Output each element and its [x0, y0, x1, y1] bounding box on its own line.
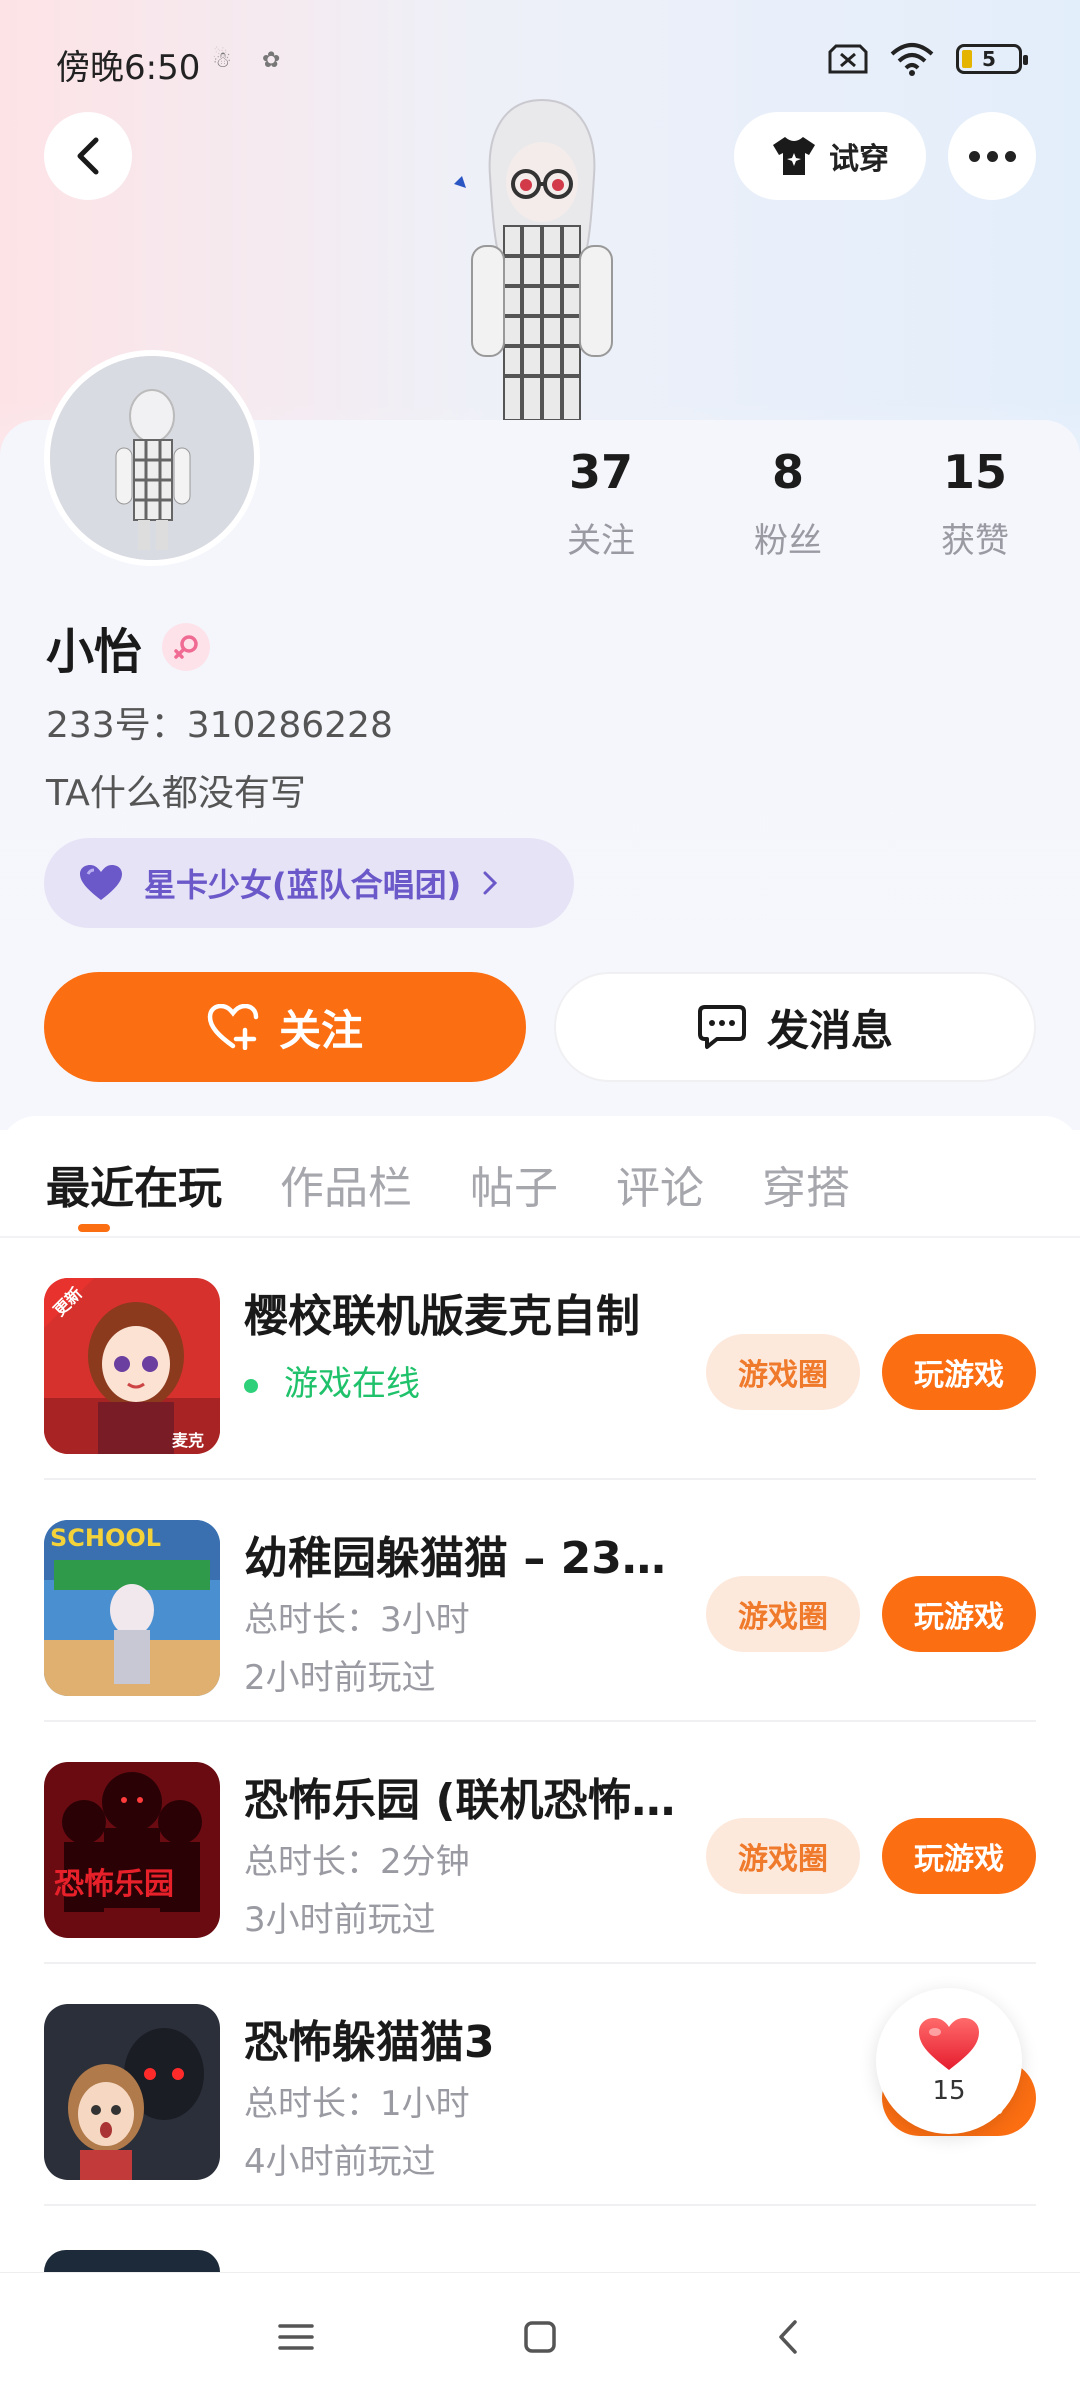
- game-circle-button[interactable]: 游戏圈: [706, 1818, 860, 1894]
- heart-icon: [919, 2018, 979, 2070]
- battery-level: 5: [982, 47, 996, 71]
- game-name: 幼稚园躲猫猫 – 23…: [244, 1533, 666, 1584]
- divider: [0, 1236, 1080, 1238]
- heart-icon: [80, 865, 122, 900]
- stat-fans[interactable]: 8 粉丝: [718, 445, 858, 562]
- status-time: 傍晚6:50: [56, 48, 201, 88]
- heart-plus-icon: [207, 1004, 259, 1050]
- system-nav-bar: [0, 2272, 1080, 2400]
- wifi-icon: [890, 43, 934, 76]
- more-button[interactable]: [948, 112, 1036, 200]
- notification-icon: ☃: [212, 48, 232, 73]
- school-sign: SCHOOL: [50, 1524, 161, 1552]
- horror-park-title: 恐怖乐园: [54, 1867, 174, 1902]
- game-name: 恐怖乐园 (联机恐怖…: [244, 1775, 676, 1826]
- online-status: 游戏在线: [284, 1364, 420, 1404]
- nickname: 小怡: [46, 624, 143, 680]
- game-row[interactable]: 恐怖乐园 恐怖乐园 (联机恐怖… 总时长：2分钟 3小时前玩过 游戏圈 玩游戏: [44, 1724, 1036, 1964]
- play-duration: 总时长：2分钟: [244, 1842, 470, 1882]
- user-id: 233号：310286228: [46, 705, 393, 746]
- stat-label: 关注: [567, 521, 635, 561]
- stat-value: 8: [771, 445, 804, 499]
- game-name: 樱校联机版麦克自制: [244, 1291, 640, 1342]
- game-circle-button[interactable]: 游戏圈: [706, 1576, 860, 1652]
- notification-icon: ✿: [262, 48, 281, 73]
- home-icon[interactable]: [516, 2313, 564, 2361]
- battery-icon: 5: [956, 44, 1028, 74]
- try-on-label: 试穿: [829, 142, 889, 177]
- chevron-right-icon: [483, 871, 498, 895]
- avatar-figure: [50, 356, 254, 560]
- mike-badge: 麦克: [172, 1431, 204, 1450]
- tab-works[interactable]: 作品栏: [280, 1152, 412, 1216]
- last-played: 2小时前玩过: [244, 1658, 436, 1698]
- tab-comments[interactable]: 评论: [616, 1152, 704, 1216]
- tshirt-icon: [773, 137, 815, 175]
- divider: [44, 1478, 1036, 1480]
- sim-off-icon: [828, 44, 868, 74]
- stat-value: 15: [942, 445, 1007, 499]
- game-status: 游戏在线: [244, 1356, 420, 1405]
- tab-outfits[interactable]: 穿搭: [762, 1152, 850, 1216]
- chat-bubble-icon: [697, 1005, 746, 1049]
- tab-bar: 最近在玩 作品栏 帖子 评论 穿搭: [46, 1152, 850, 1216]
- game-row[interactable]: 更新 麦克 樱校联机版麦克自制 游戏在线 游戏圈 玩游戏: [44, 1240, 1036, 1480]
- like-float-button[interactable]: 15: [876, 1988, 1022, 2134]
- play-game-button[interactable]: 玩游戏: [882, 1818, 1036, 1894]
- divider: [44, 1962, 1036, 1964]
- last-played: 4小时前玩过: [244, 2142, 436, 2182]
- play-duration: 总时长：1小时: [244, 2084, 470, 2124]
- like-count: 15: [932, 2076, 966, 2106]
- tab-posts[interactable]: 帖子: [470, 1152, 558, 1216]
- divider: [44, 1720, 1036, 1722]
- avatar-3d-figure: [454, 98, 613, 420]
- status-icons: 5: [828, 42, 1028, 76]
- group-label: 星卡少女(蓝队合唱团): [144, 866, 462, 904]
- game-icon[interactable]: 更新 麦克: [44, 1278, 220, 1454]
- bio: TA什么都没有写: [46, 773, 306, 814]
- last-played: 3小时前玩过: [244, 1900, 436, 1940]
- stat-likes[interactable]: 15 获赞: [905, 445, 1045, 562]
- play-game-button[interactable]: 玩游戏: [882, 1576, 1036, 1652]
- game-icon: [44, 2250, 220, 2272]
- game-icon[interactable]: SCHOOL: [44, 1520, 220, 1696]
- stat-following[interactable]: 37 关注: [531, 445, 671, 562]
- group-chip[interactable]: 星卡少女(蓝队合唱团): [44, 838, 574, 928]
- stat-label: 粉丝: [754, 521, 822, 561]
- play-duration: 总时长：3小时: [244, 1600, 470, 1640]
- nickname-row: 小怡: [46, 612, 211, 682]
- back-arrow-icon: [77, 137, 99, 175]
- follow-label: 关注: [278, 1005, 363, 1055]
- more-icon: [968, 150, 1016, 162]
- message-label: 发消息: [766, 1005, 893, 1055]
- avatar[interactable]: [44, 350, 260, 566]
- play-game-button[interactable]: 玩游戏: [882, 1334, 1036, 1410]
- back-button[interactable]: [44, 112, 132, 200]
- back-icon[interactable]: [764, 2313, 812, 2361]
- tab-indicator: [78, 1224, 110, 1232]
- online-dot-icon: [244, 1378, 258, 1393]
- game-row[interactable]: SCHOOL 幼稚园躲猫猫 – 23… 总时长：3小时 2小时前玩过 游戏圈 玩…: [44, 1482, 1036, 1722]
- game-icon[interactable]: 恐怖乐园: [44, 1762, 220, 1938]
- game-icon[interactable]: [44, 2004, 220, 2180]
- stat-label: 获赞: [941, 521, 1009, 561]
- female-icon: [162, 623, 211, 671]
- divider: [44, 2204, 1036, 2206]
- stat-value: 37: [568, 445, 633, 499]
- message-button[interactable]: 发消息: [554, 972, 1036, 1082]
- game-name: 恐怖躲猫猫3: [244, 2017, 495, 2068]
- game-circle-button[interactable]: 游戏圈: [706, 1334, 860, 1410]
- menu-icon[interactable]: [272, 2313, 320, 2361]
- follow-button[interactable]: 关注: [44, 972, 526, 1082]
- tab-recently-played[interactable]: 最近在玩: [46, 1152, 222, 1216]
- try-on-button[interactable]: 试穿: [734, 112, 926, 200]
